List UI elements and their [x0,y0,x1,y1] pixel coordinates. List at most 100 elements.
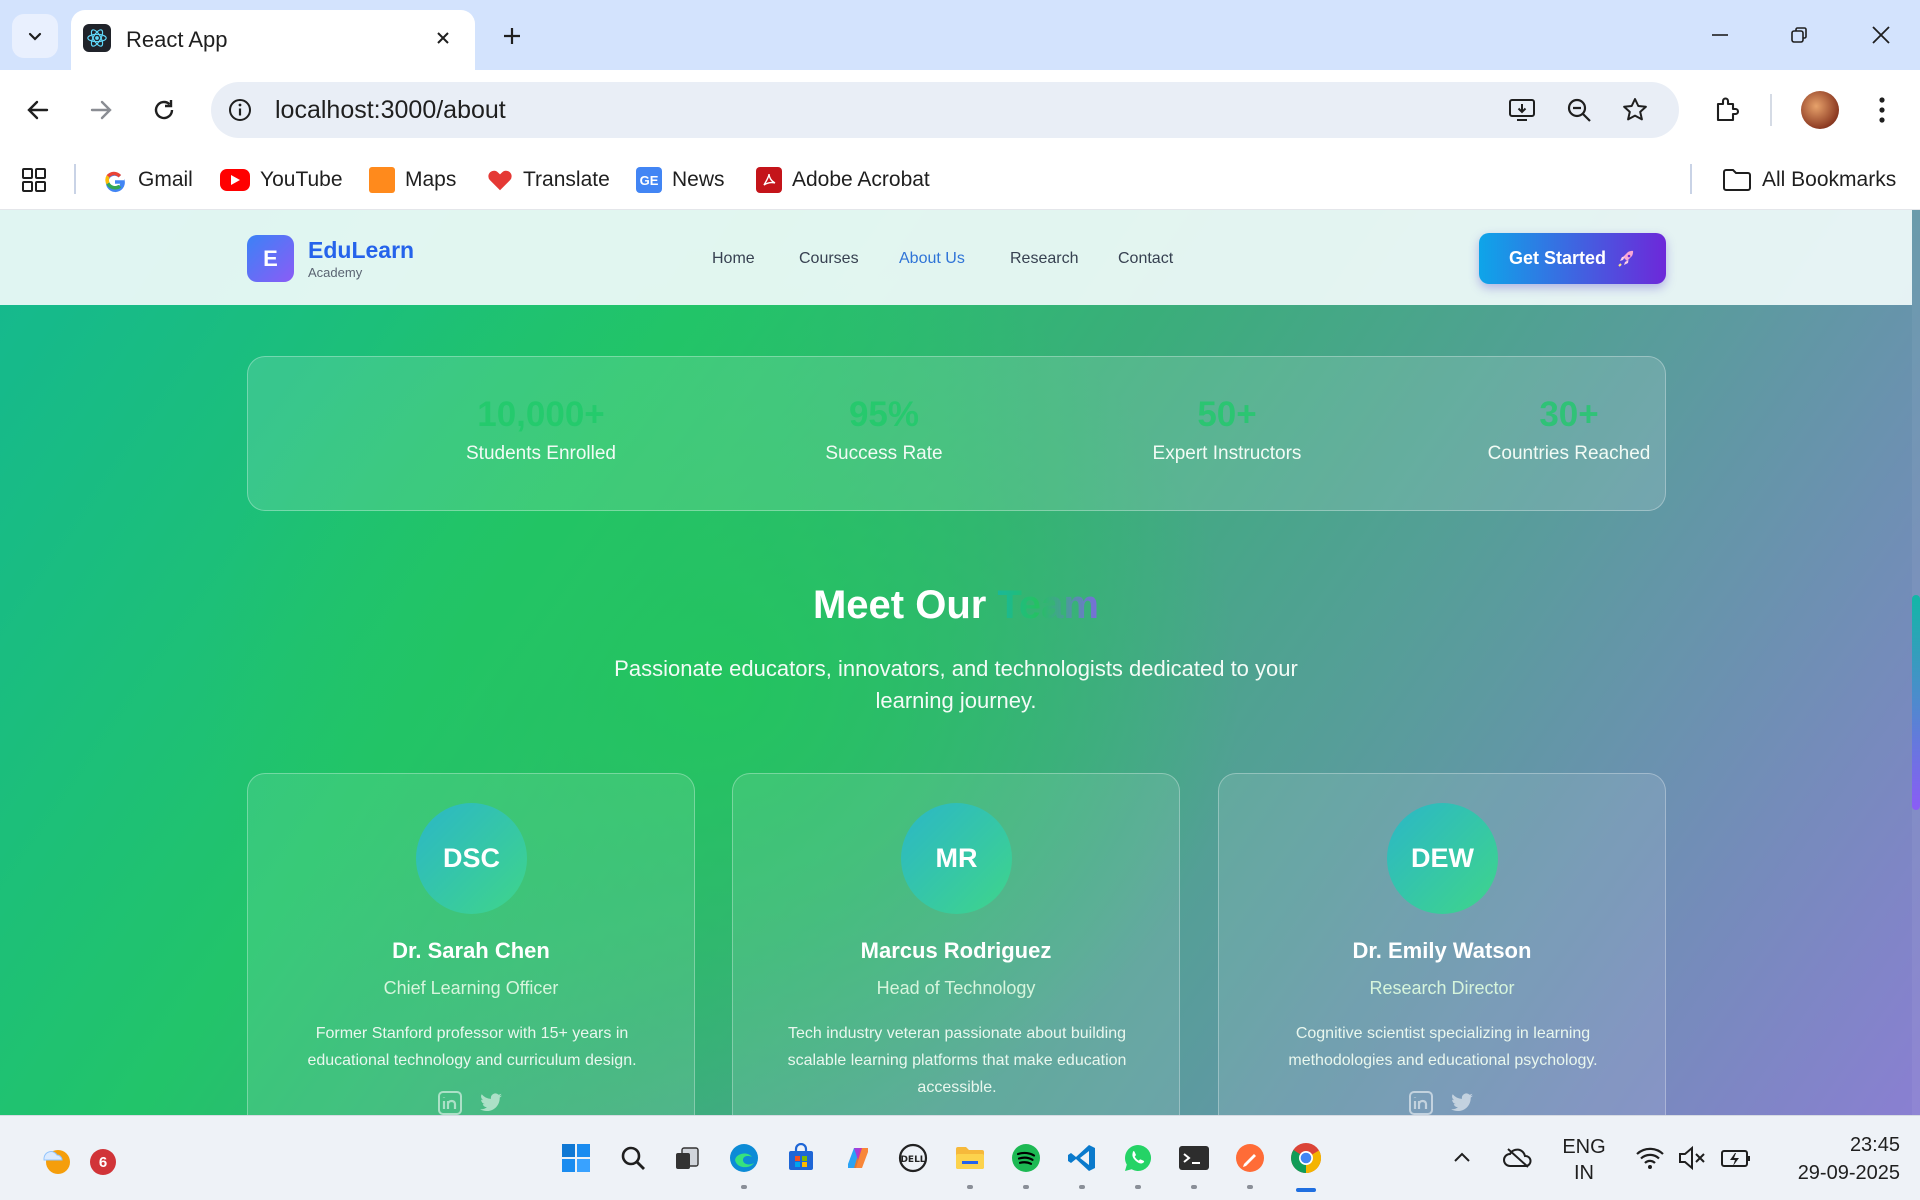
linkedin-icon[interactable] [437,1090,463,1115]
reload-button[interactable] [142,88,186,132]
running-indicator [1135,1185,1141,1189]
task-view-button[interactable] [665,1136,709,1180]
bookmark-news[interactable]: GE News [636,160,725,200]
folder-icon [956,1147,984,1169]
bookmark-translate[interactable]: Translate [487,160,610,200]
adobe-acrobat-icon [756,167,782,193]
language-indicator[interactable]: ENG IN [1556,1134,1612,1186]
team-card-marcus-rodriguez: MR Marcus Rodriguez Head of Technology T… [732,773,1180,1115]
new-tab-button[interactable] [492,16,532,56]
chrome-icon [1291,1143,1322,1173]
weather-widget[interactable]: 6 [34,1136,116,1180]
twitter-icon[interactable] [479,1090,505,1115]
get-started-button[interactable]: Get Started [1479,233,1666,284]
reload-icon [154,100,174,120]
nav-link-home[interactable]: Home [712,250,755,268]
profile-avatar[interactable] [1801,91,1839,129]
close-window-button[interactable] [1853,14,1909,56]
vscode-icon [1068,1145,1095,1171]
minimize-button[interactable] [1692,14,1748,56]
whatsapp-icon [1125,1145,1152,1171]
wifi-icon [1636,1147,1664,1169]
all-bookmarks-button[interactable]: All Bookmarks [1722,160,1896,200]
onedrive-tray[interactable] [1496,1136,1540,1180]
active-indicator [1296,1188,1316,1192]
zoom-icon[interactable] [1561,92,1597,128]
brand-name[interactable]: EduLearn [308,237,414,264]
stat-instructors: 50+ Expert Instructors [1077,395,1377,465]
site-info-icon[interactable] [224,94,256,126]
start-button[interactable] [554,1136,598,1180]
wifi-tray[interactable] [1628,1136,1672,1180]
taskbar-search[interactable] [611,1136,655,1180]
bookmark-gmail[interactable]: Gmail [102,160,193,200]
clock-date: 29-09-2025 [1797,1162,1900,1184]
taskbar-vscode[interactable] [1060,1136,1104,1189]
close-icon [437,32,449,44]
twitter-icon[interactable] [1450,1090,1476,1115]
tab-close-button[interactable] [427,22,459,54]
menu-icon[interactable] [1860,88,1904,132]
taskbar-store[interactable] [779,1136,823,1180]
taskbar-whatsapp[interactable] [1116,1136,1160,1189]
nav-link-contact[interactable]: Contact [1118,250,1173,268]
bookmark-adobe-acrobat[interactable]: Adobe Acrobat [756,160,930,200]
taskbar-chrome[interactable] [1284,1136,1328,1192]
nav-link-about-us[interactable]: About Us [899,250,965,268]
taskbar-copilot[interactable] [836,1136,880,1180]
bookmarks-divider [1690,164,1692,194]
taskbar-edge[interactable] [722,1136,766,1189]
taskbar-postman[interactable] [1228,1136,1272,1189]
member-role: Research Director [1369,978,1515,998]
spotify-icon [1012,1144,1040,1172]
stat-countries: 30+ Countries Reached [1419,395,1719,465]
team-subtitle: Passionate educators, innovators, and te… [614,656,1298,713]
task-view-icon [676,1147,699,1169]
nav-link-research[interactable]: Research [1010,250,1078,268]
bookmark-label: Maps [405,168,457,191]
install-app-icon[interactable] [1504,92,1540,128]
bookmark-youtube[interactable]: YouTube [220,160,343,200]
restore-icon [1791,27,1807,43]
address-bar[interactable]: localhost:3000/about [211,82,1679,138]
plus-icon [504,28,520,44]
taskbar-terminal[interactable] [1172,1136,1216,1189]
terminal-icon [1179,1146,1209,1170]
battery-tray[interactable] [1714,1136,1758,1180]
clock[interactable]: 23:45 29-09-2025 [1770,1131,1900,1187]
bookmark-star-icon[interactable] [1617,92,1653,128]
volume-tray[interactable] [1670,1136,1714,1180]
show-hidden-icons-button[interactable] [1440,1136,1484,1180]
extensions-icon[interactable] [1705,88,1749,132]
weather-badge: 6 [90,1149,116,1175]
taskbar-spotify[interactable] [1004,1136,1048,1189]
team-card-emily-watson: DEW Dr. Emily Watson Research Director C… [1218,773,1666,1115]
back-button[interactable] [16,88,60,132]
page-scrollbar-thumb[interactable] [1912,595,1920,810]
linkedin-icon[interactable] [1408,1090,1434,1115]
tab-search-button[interactable] [12,14,58,58]
url-text: localhost:3000/about [275,96,506,124]
browser-tab-strip: React App [0,0,1920,70]
edge-icon [730,1144,758,1172]
taskbar-dell[interactable]: DELL [891,1136,935,1180]
volume-muted-icon [1679,1145,1705,1171]
stat-label: Students Enrolled [466,443,616,464]
bookmark-maps[interactable]: Maps [369,160,456,200]
cloud-offline-icon [1503,1148,1532,1168]
youtube-icon [220,169,250,191]
logo-mark[interactable]: E [247,235,294,282]
restore-button[interactable] [1771,14,1827,56]
active-tab[interactable]: React App [71,10,475,70]
news-icon: GE [636,167,662,193]
forward-button[interactable] [79,88,123,132]
arrow-left-icon [27,100,49,120]
apps-button[interactable] [20,160,48,200]
nav-link-courses[interactable]: Courses [799,250,859,268]
taskbar-file-explorer[interactable] [948,1136,992,1189]
stat-label: Success Rate [825,443,943,464]
bookmark-label: YouTube [260,168,343,191]
member-bio: Tech industry veteran passionate about b… [787,1025,1127,1096]
rocket-icon [1618,250,1634,267]
running-indicator [1191,1185,1197,1189]
